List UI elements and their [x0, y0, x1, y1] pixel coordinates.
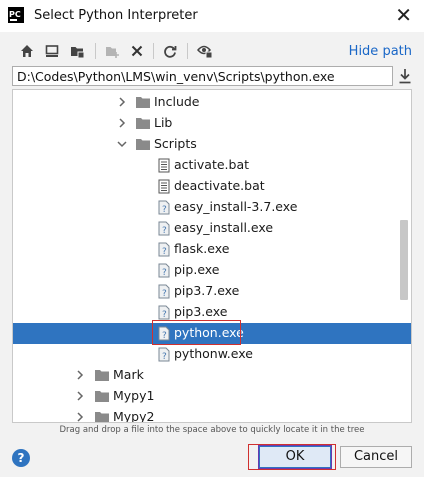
- tree-item-easy-install-37-exe[interactable]: ? easy_install-3.7.exe: [13, 197, 411, 218]
- tree-item-flask-exe[interactable]: ? flask.exe: [13, 239, 411, 260]
- pycharm-logo-icon: PC: [8, 7, 24, 23]
- tree-item-lib[interactable]: Lib: [13, 113, 411, 134]
- tree-item-label: Scripts: [154, 136, 197, 151]
- download-icon[interactable]: [398, 68, 414, 84]
- window-title: Select Python Interpreter: [34, 8, 198, 23]
- help-icon[interactable]: ?: [12, 449, 30, 467]
- unknown-file-icon: ?: [158, 326, 170, 341]
- svg-text:?: ?: [162, 268, 167, 278]
- show-hidden-icon[interactable]: [196, 42, 214, 60]
- delete-icon[interactable]: [128, 42, 146, 60]
- tree-item-mypy1[interactable]: Mypy1: [13, 386, 411, 407]
- tree-item-label: easy_install.exe: [174, 220, 274, 235]
- tree-item-label: Lib: [154, 115, 173, 130]
- toolbar-divider: [153, 43, 154, 59]
- svg-text:?: ?: [162, 226, 167, 236]
- svg-text:?: ?: [162, 205, 167, 215]
- tree-item-label: pip3.7.exe: [174, 283, 240, 298]
- tree-item-pip37-exe[interactable]: ? pip3.7.exe: [13, 281, 411, 302]
- tree-item-label: Mypy1: [113, 388, 155, 403]
- tree-item-mypy2[interactable]: Mypy2: [13, 407, 411, 423]
- chevron-right-icon[interactable]: [116, 117, 128, 129]
- tree-item-python-exe[interactable]: ? python.exe: [13, 323, 411, 344]
- chevron-right-icon[interactable]: [74, 390, 86, 402]
- chevron-right-icon[interactable]: [74, 369, 86, 381]
- tree-item-label: Include: [154, 94, 200, 109]
- folder-icon: [136, 118, 150, 129]
- unknown-file-icon: ?: [158, 221, 170, 236]
- tree-item-pip-exe[interactable]: ? pip.exe: [13, 260, 411, 281]
- svg-text:?: ?: [162, 352, 167, 362]
- svg-text:?: ?: [162, 310, 167, 320]
- tree-item-label: pip3.exe: [174, 304, 228, 319]
- tree-item-label: easy_install-3.7.exe: [174, 199, 298, 214]
- svg-text:?: ?: [162, 247, 167, 257]
- svg-text:?: ?: [162, 331, 167, 341]
- toolbar-divider: [187, 43, 188, 59]
- folder-icon: [136, 97, 150, 108]
- chevron-down-icon[interactable]: [116, 138, 128, 150]
- project-folder-icon[interactable]: [68, 42, 86, 60]
- unknown-file-icon: ?: [158, 284, 170, 299]
- close-icon[interactable]: ✕: [395, 4, 412, 26]
- folder-icon: [95, 412, 109, 422]
- unknown-file-icon: ?: [158, 263, 170, 278]
- ok-button[interactable]: OK: [259, 446, 331, 468]
- tree-item-label: python.exe: [174, 325, 244, 340]
- text-file-icon: [158, 158, 170, 173]
- tree-item-deactivate-bat[interactable]: deactivate.bat: [13, 176, 411, 197]
- vertical-scrollbar[interactable]: [400, 220, 408, 300]
- tree-item-easy-install-exe[interactable]: ? easy_install.exe: [13, 218, 411, 239]
- unknown-file-icon: ?: [158, 305, 170, 320]
- tree-item-mark[interactable]: Mark: [13, 365, 411, 386]
- tree-item-activate-bat[interactable]: activate.bat: [13, 155, 411, 176]
- chevron-right-icon[interactable]: [74, 411, 86, 423]
- tree-item-label: pip.exe: [174, 262, 220, 277]
- title-bar: PC Select Python Interpreter ✕: [0, 0, 424, 32]
- tree-item-label: flask.exe: [174, 241, 230, 256]
- file-tree[interactable]: Include Lib Scripts activate.bat deactiv…: [12, 89, 412, 423]
- drag-drop-hint: Drag and drop a file into the space abov…: [59, 425, 365, 435]
- desktop-icon[interactable]: [43, 42, 61, 60]
- home-icon[interactable]: [18, 42, 36, 60]
- unknown-file-icon: ?: [158, 200, 170, 215]
- toolbar: Hide path: [0, 36, 424, 64]
- tree-item-scripts[interactable]: Scripts: [13, 134, 411, 155]
- tree-item-label: activate.bat: [174, 157, 250, 172]
- tree-item-label: Mypy2: [113, 409, 155, 423]
- tree-item-label: Mark: [113, 367, 144, 382]
- chevron-right-icon[interactable]: [116, 96, 128, 108]
- tree-item-include[interactable]: Include: [13, 92, 411, 113]
- text-file-icon: [158, 179, 170, 194]
- folder-icon: [95, 370, 109, 381]
- refresh-icon[interactable]: [161, 42, 179, 60]
- new-folder-icon[interactable]: [103, 42, 121, 60]
- tree-item-label: deactivate.bat: [174, 178, 265, 193]
- unknown-file-icon: ?: [158, 242, 170, 257]
- folder-icon: [95, 391, 109, 402]
- svg-text:?: ?: [162, 289, 167, 299]
- tree-item-pip3-exe[interactable]: ? pip3.exe: [13, 302, 411, 323]
- path-input[interactable]: [12, 66, 393, 86]
- hide-path-link[interactable]: Hide path: [349, 44, 412, 59]
- tree-item-pythonw-exe[interactable]: ? pythonw.exe: [13, 344, 411, 365]
- folder-icon: [136, 139, 150, 150]
- toolbar-divider: [95, 43, 96, 59]
- unknown-file-icon: ?: [158, 347, 170, 362]
- cancel-button[interactable]: Cancel: [340, 446, 412, 468]
- tree-item-label: pythonw.exe: [174, 346, 253, 361]
